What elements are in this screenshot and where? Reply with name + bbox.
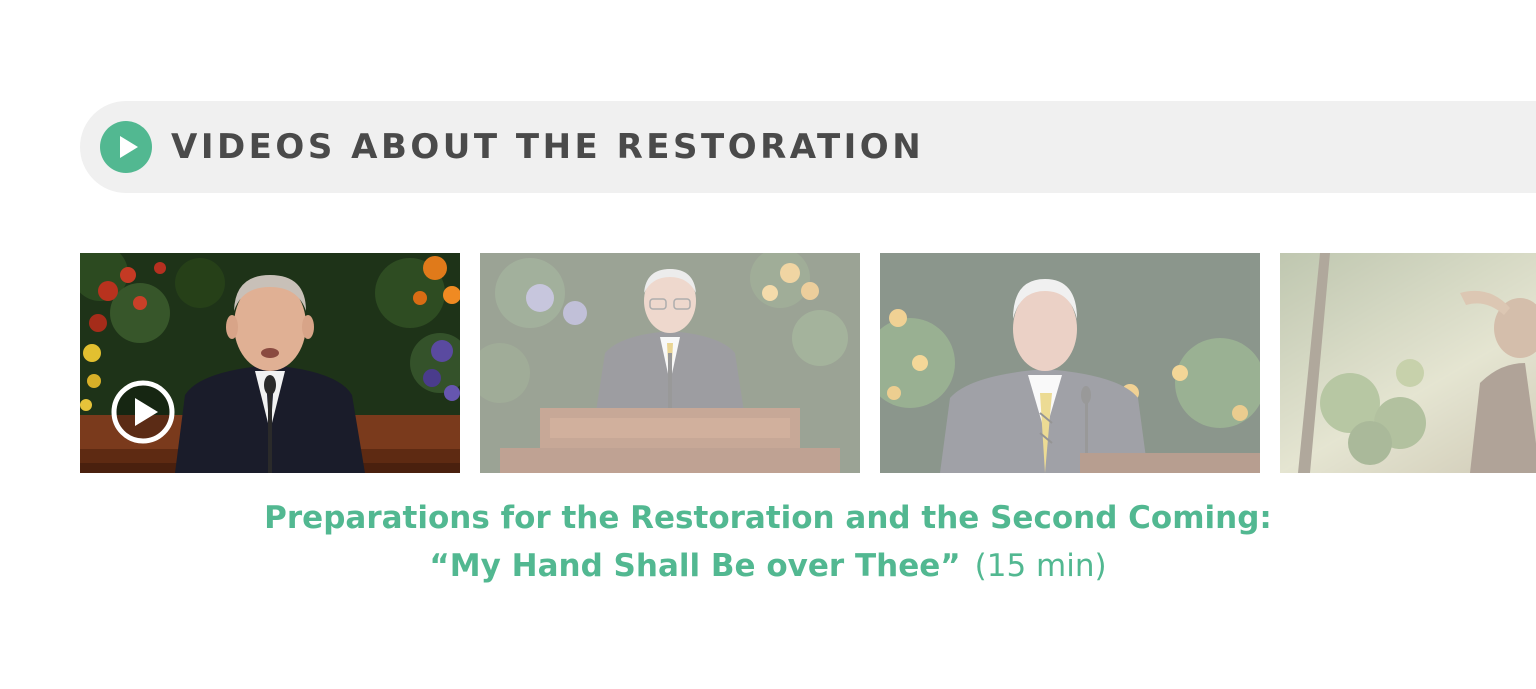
video-title-line-1: Preparations for the Restoration and the… (264, 500, 1272, 536)
video-carousel (0, 253, 1536, 473)
video-thumbnail-1[interactable] (80, 253, 460, 473)
video-title-line-2: “My Hand Shall Be over Thee” (429, 548, 961, 584)
inactive-overlay (1280, 253, 1536, 473)
page: VIDEOS ABOUT THE RESTORATION Preparation… (0, 0, 1536, 689)
play-circle-icon (100, 121, 152, 173)
play-icon[interactable] (110, 379, 176, 445)
video-duration: (15 min) (974, 548, 1107, 584)
inactive-overlay (480, 253, 860, 473)
video-thumbnail-2[interactable] (480, 253, 860, 473)
inactive-overlay (880, 253, 1260, 473)
section-title: VIDEOS ABOUT THE RESTORATION (171, 127, 925, 167)
video-thumbnail-4[interactable] (1280, 253, 1536, 473)
video-caption[interactable]: Preparations for the Restoration and the… (0, 494, 1536, 590)
video-thumbnail-3[interactable] (880, 253, 1260, 473)
section-header: VIDEOS ABOUT THE RESTORATION (80, 101, 1536, 193)
